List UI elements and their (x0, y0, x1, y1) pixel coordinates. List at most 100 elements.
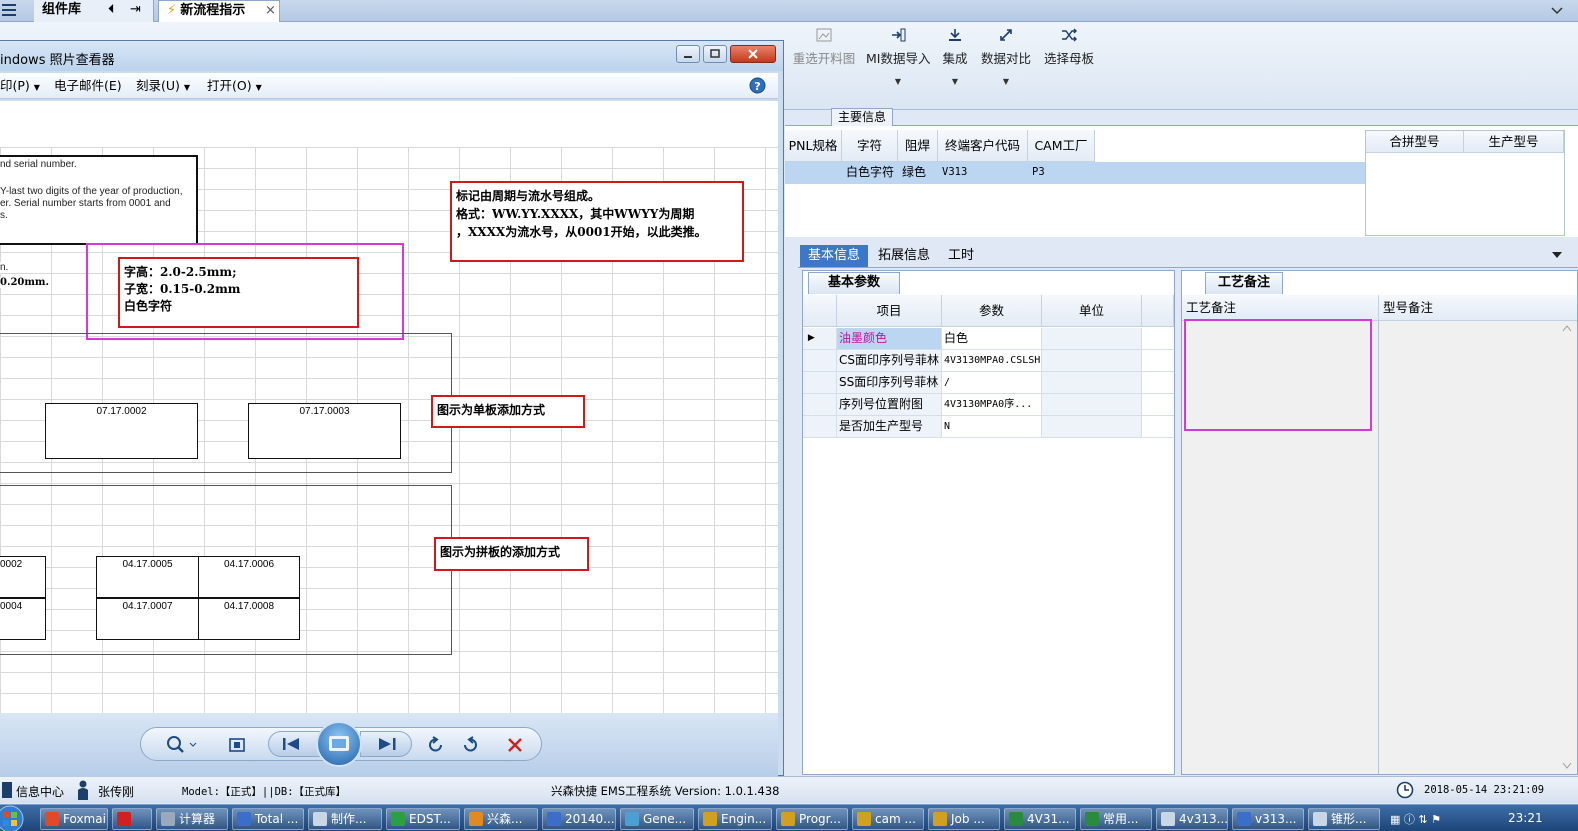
rotate-cw-icon[interactable] (460, 735, 480, 755)
column-header[interactable]: 字符 (842, 130, 898, 162)
taskbar-item[interactable]: 4V31... (1004, 808, 1076, 830)
dropdown-arrow-icon[interactable]: ▼ (974, 77, 1038, 86)
table-cell[interactable]: 白色字符 (842, 162, 898, 184)
taskbar-item[interactable]: Foxmail (40, 808, 108, 830)
table-cell[interactable] (1042, 394, 1142, 415)
viewer-title-bar[interactable]: indows 照片查看器 (0, 41, 783, 71)
table-cell[interactable]: CS面印序列号菲林 (837, 350, 942, 371)
next-button[interactable] (360, 731, 412, 757)
taskbar-item[interactable]: Job ... (928, 808, 1000, 830)
tab-extended-info[interactable]: 拓展信息 (870, 245, 938, 267)
taskbar-item[interactable]: 常用... (1080, 808, 1152, 830)
menu-burn[interactable]: 刻录(U) ▼ (136, 77, 190, 95)
tab-prev-icon[interactable]: ⏴ (108, 0, 115, 20)
menu-icon[interactable] (2, 3, 16, 17)
dropdown-arrow-icon[interactable]: ▼ (866, 77, 930, 86)
menu-print[interactable]: 印(P) ▼ (0, 77, 40, 95)
slideshow-button[interactable] (316, 721, 362, 767)
close-button[interactable] (730, 45, 776, 63)
table-cell[interactable]: V313 (938, 162, 1028, 184)
taskbar-item[interactable]: cam ... (852, 808, 924, 830)
taskbar-item[interactable]: Engin... (698, 808, 772, 830)
dropdown-arrow-icon[interactable] (1552, 252, 1562, 259)
menu-open[interactable]: 打开(O) ▼ (207, 77, 262, 95)
table-cell[interactable] (1042, 416, 1142, 437)
collapse-icon[interactable] (1550, 6, 1564, 16)
model-notes-textarea[interactable] (1379, 321, 1577, 774)
column-header[interactable]: 合拼型号 (1366, 131, 1464, 153)
reselect-cut-drawing-button[interactable]: 重选开料图 (792, 26, 856, 67)
taskbar-item[interactable] (112, 808, 152, 830)
network-icon[interactable]: ⇅ (1418, 813, 1427, 826)
taskbar-item[interactable]: 锥形... (1308, 808, 1380, 830)
column-header[interactable]: 生产型号 (1464, 131, 1564, 153)
taskbar-item[interactable]: EDST... (386, 808, 460, 830)
taskbar-item[interactable]: 20140... (542, 808, 616, 830)
table-cell[interactable]: 4V3130MPA0序... (942, 394, 1042, 415)
taskbar-item[interactable]: 兴森... (464, 808, 538, 830)
column-header[interactable]: 项目 (837, 295, 942, 327)
table-cell[interactable]: 油墨颜色 (837, 328, 942, 349)
table-cell[interactable]: 是否加生产型号 (837, 416, 942, 437)
taskbar-clock[interactable]: 23:21 (1508, 811, 1543, 825)
table-row[interactable]: 序列号位置附图 4V3130MPA0序... (803, 394, 1174, 416)
menu-email[interactable]: 电子邮件(E) (54, 77, 122, 95)
basic-params-tab[interactable]: 基本参数 (808, 272, 900, 294)
message-center-link[interactable]: 信息中心 (16, 783, 64, 800)
flag-icon[interactable]: ⚑ (1431, 813, 1441, 826)
minimize-button[interactable] (676, 45, 700, 63)
table-row[interactable]: 白色字符 绿色 V313 P3 (785, 162, 1365, 184)
taskbar-item[interactable]: Gene... (620, 808, 694, 830)
delete-icon[interactable] (506, 736, 524, 754)
tab-component-library[interactable]: 组件库 ⏴ ⇥ (34, 0, 154, 22)
row-selector[interactable] (803, 394, 837, 415)
tab-basic-info[interactable]: 基本信息 (800, 245, 869, 267)
photo-display-area[interactable]: nd serial number. Y-last two digits of t… (0, 101, 778, 713)
system-tray[interactable]: ▦ ⓘ ⇅ ⚑ (1390, 811, 1490, 827)
row-selector[interactable] (803, 350, 837, 371)
row-selector[interactable] (803, 416, 837, 437)
column-header[interactable]: 终端客户代码 (938, 130, 1028, 162)
table-row[interactable]: SS面印序列号菲林 / (803, 372, 1174, 394)
table-cell[interactable]: 4V3130MPA0.CSLSH (942, 350, 1042, 371)
scrollbar[interactable] (1560, 323, 1574, 771)
row-selector[interactable] (803, 372, 837, 393)
table-cell[interactable]: P3 (1028, 162, 1095, 184)
column-header[interactable]: 单位 (1042, 295, 1142, 327)
help-icon[interactable]: ? (749, 77, 766, 94)
table-cell[interactable]: 白色 (942, 328, 1042, 349)
table-row[interactable]: 是否加生产型号 N (803, 416, 1174, 438)
table-cell[interactable] (1042, 350, 1142, 371)
previous-button[interactable] (268, 731, 320, 757)
table-cell[interactable]: / (942, 372, 1042, 393)
table-row[interactable]: CS面印序列号菲林 4V3130MPA0.CSLSH (803, 350, 1174, 372)
column-header[interactable]: CAM工厂 (1028, 130, 1095, 162)
start-button[interactable] (0, 805, 28, 831)
table-row[interactable]: ▶ 油墨颜色 白色 (803, 328, 1174, 350)
table-cell[interactable]: 绿色 (898, 162, 938, 184)
taskbar-item[interactable]: 计算器 (156, 808, 228, 830)
table-cell[interactable] (1042, 372, 1142, 393)
column-header[interactable]: PNL规格 (785, 130, 842, 162)
close-tab-icon[interactable]: × (265, 1, 276, 21)
table-cell[interactable]: 序列号位置附图 (837, 394, 942, 415)
taskbar-item[interactable]: 制作... (308, 808, 382, 830)
select-mother-board-button[interactable]: 选择母板 (1037, 26, 1101, 67)
column-header[interactable]: 参数 (942, 295, 1042, 327)
maximize-button[interactable] (703, 45, 727, 63)
tab-work-hours[interactable]: 工时 (940, 245, 982, 267)
data-compare-button[interactable]: 数据对比 ▼ (974, 26, 1038, 86)
help-icon[interactable]: ⓘ (1404, 813, 1415, 826)
table-cell[interactable] (1042, 328, 1142, 349)
keyboard-icon[interactable]: ▦ (1390, 813, 1400, 826)
tab-pin-icon[interactable]: ⇥ (130, 0, 141, 20)
taskbar-item[interactable]: Total ... (232, 808, 304, 830)
table-cell[interactable]: SS面印序列号菲林 (837, 372, 942, 393)
tab-new-process[interactable]: ⚡ 新流程指示 × (158, 0, 280, 22)
zoom-icon[interactable] (166, 735, 198, 755)
table-cell[interactable]: N (942, 416, 1042, 437)
taskbar-item[interactable]: 4v313... (1156, 808, 1228, 830)
mi-data-import-button[interactable]: MI数据导入 ▼ (866, 26, 930, 86)
craft-notes-tab[interactable]: 工艺备注 (1205, 272, 1283, 294)
taskbar-item[interactable]: Progr... (776, 808, 848, 830)
